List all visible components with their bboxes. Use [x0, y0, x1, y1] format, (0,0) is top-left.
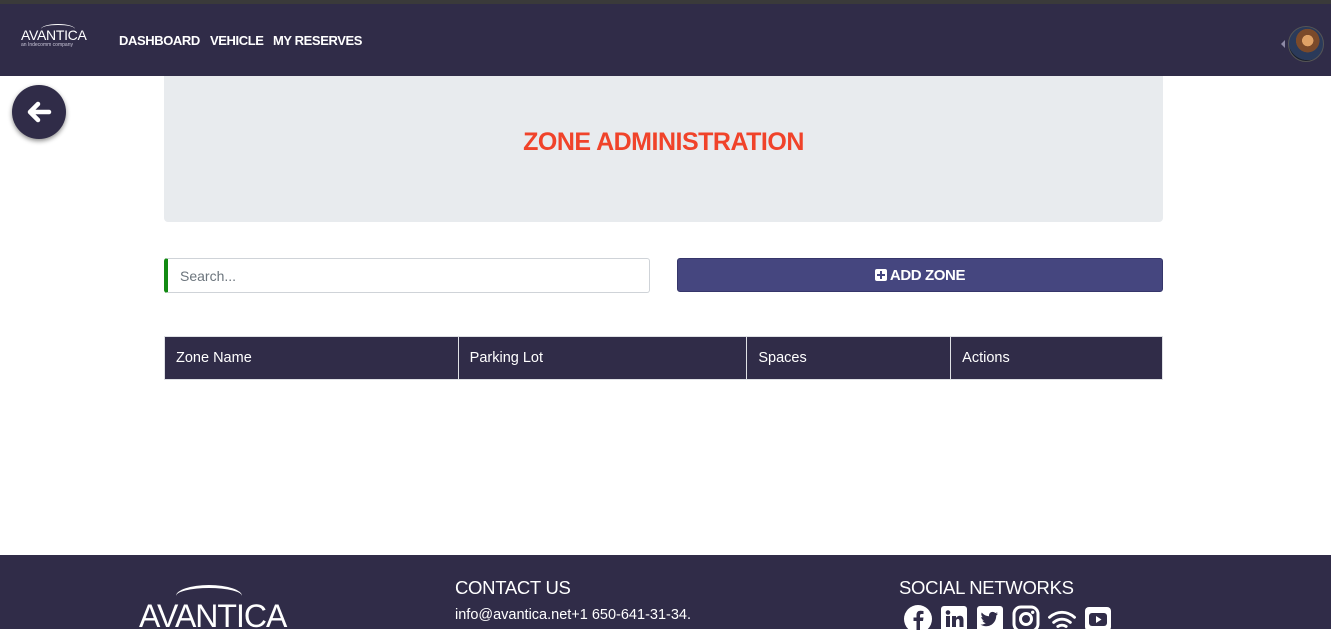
facebook-icon[interactable]	[903, 604, 933, 634]
arrow-left-icon	[27, 101, 52, 123]
nav-vehicle[interactable]: VEHICLE	[210, 33, 264, 48]
social-links	[903, 604, 1113, 634]
contact-text: info@avantica.net+1 650-641-31-34.	[455, 607, 692, 623]
page-footer: AVANTICA CONTACT US info@avantica.net+1 …	[0, 555, 1331, 634]
brand-logo[interactable]: AVANTICA an Indecomm company	[21, 24, 87, 48]
rss-icon[interactable]	[1047, 604, 1077, 634]
zones-table: Zone Name Parking Lot Spaces Actions	[164, 336, 1163, 380]
user-avatar[interactable]	[1288, 26, 1324, 62]
add-zone-button[interactable]: ADD ZONE	[677, 258, 1163, 292]
table-header-row: Zone Name Parking Lot Spaces Actions	[164, 336, 1163, 380]
twitter-icon[interactable]	[975, 604, 1005, 634]
instagram-icon[interactable]	[1011, 604, 1041, 634]
footer-logo: AVANTICA	[139, 598, 287, 634]
plus-square-icon	[874, 269, 887, 281]
nav-dashboard[interactable]: DASHBOARD	[119, 33, 200, 48]
caret-left-icon[interactable]	[1281, 40, 1285, 48]
page-header-banner: ZONE ADMINISTRATION	[164, 76, 1163, 222]
social-heading: SOCIAL NETWORKS	[899, 577, 1074, 598]
back-button[interactable]	[12, 85, 66, 139]
logo-arc	[41, 24, 75, 34]
contact-heading: CONTACT US	[455, 577, 571, 598]
column-spaces[interactable]: Spaces	[746, 336, 952, 380]
youtube-icon[interactable]	[1083, 604, 1113, 634]
linkedin-icon[interactable]	[939, 604, 969, 634]
add-zone-label: ADD ZONE	[889, 266, 966, 284]
page-title: ZONE ADMINISTRATION	[523, 128, 804, 156]
column-zone-name[interactable]: Zone Name	[164, 336, 459, 380]
column-actions: Actions	[950, 336, 1163, 380]
column-parking-lot[interactable]: Parking Lot	[457, 336, 748, 380]
top-navbar: AVANTICA an Indecomm company DASHBOARD V…	[0, 4, 1331, 76]
search-input[interactable]	[164, 258, 650, 293]
nav-my-reserves[interactable]: MY RESERVES	[273, 33, 362, 48]
